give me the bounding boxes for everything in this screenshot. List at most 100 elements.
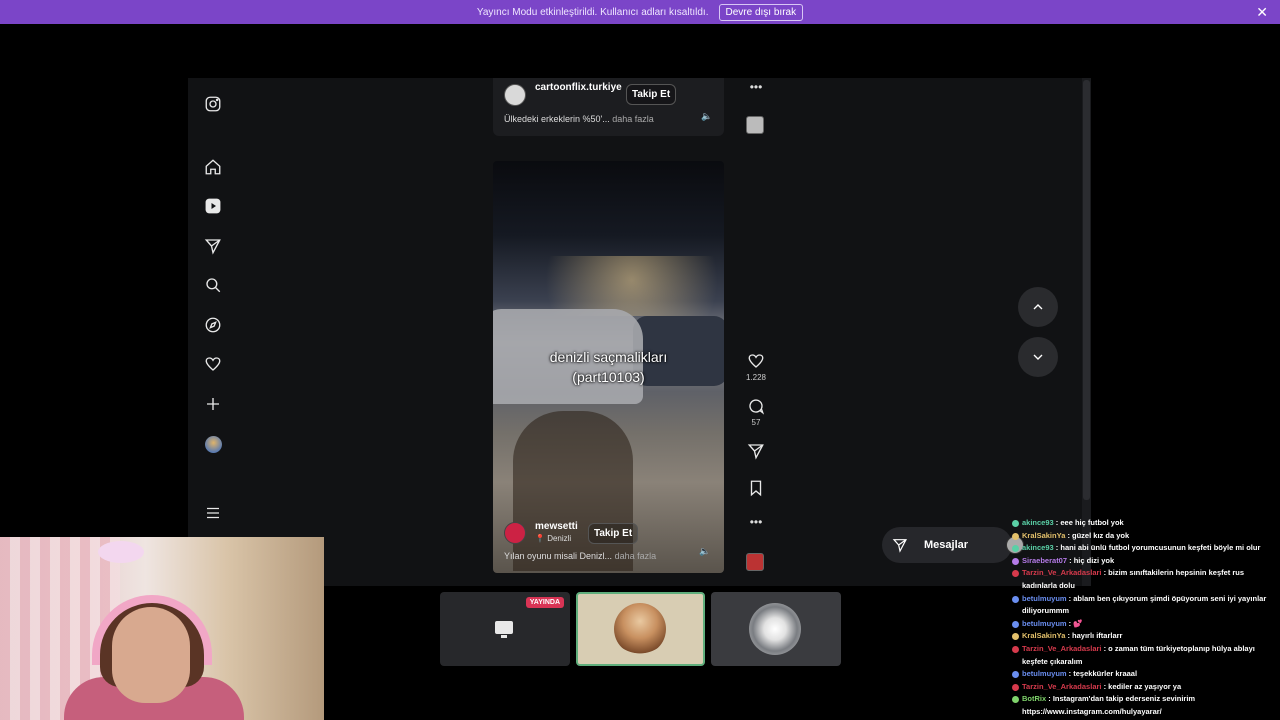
chat-text: : teşekkürler kraaal bbox=[1066, 669, 1138, 679]
speaker-icon[interactable]: 🔈 bbox=[701, 111, 713, 123]
like-count: 1.228 bbox=[745, 373, 767, 382]
participant-tile-active[interactable] bbox=[576, 592, 705, 666]
badge-icon bbox=[1012, 633, 1019, 641]
more-link[interactable]: daha fazla bbox=[615, 551, 657, 561]
chat-text: : 💕 bbox=[1066, 618, 1083, 628]
chat-text: : Instagram'dan takip ederseniz seviniri… bbox=[1022, 694, 1196, 716]
live-badge: YAYINDA bbox=[525, 597, 564, 608]
speaker-icon[interactable]: 🔈 bbox=[699, 546, 711, 558]
messages-label: Mesajlar bbox=[924, 539, 969, 551]
page-scrollbar[interactable] bbox=[1082, 78, 1091, 586]
chat-username[interactable]: BotRix bbox=[1022, 694, 1046, 703]
reel-caption[interactable]: Ülkedeki erkeklerin %50'... daha fazla bbox=[504, 114, 654, 124]
badge-icon bbox=[1012, 620, 1019, 628]
badge-icon bbox=[1012, 557, 1019, 565]
badge-icon bbox=[1012, 645, 1019, 653]
badge-icon bbox=[1012, 671, 1019, 679]
creator-username[interactable]: mewsetti bbox=[535, 521, 578, 532]
chat-panel: akince93 : eee hiç futbol yok KralSakinYa… bbox=[1010, 517, 1276, 720]
chat-username[interactable]: Tarzin_Ve_Arkadaslari bbox=[1022, 644, 1102, 653]
instagram-icon[interactable] bbox=[202, 93, 224, 115]
badge-icon bbox=[1012, 520, 1019, 527]
monitor-stand bbox=[501, 635, 507, 638]
chat-message: KralSakinYa : güzel kız da yok bbox=[1010, 530, 1276, 543]
caption-text: Yılan oyunu misali Denizl... bbox=[504, 551, 613, 561]
banner-message: Yayıncı Modu etkinleştirildi. Kullanıcı … bbox=[476, 6, 709, 18]
disable-streamer-mode-button[interactable]: Devre dışı bırak bbox=[718, 3, 804, 21]
chat-message: betulmuyum : ablam ben çıkıyorum şimdi ö… bbox=[1010, 593, 1276, 618]
overlay-line-2: (part10103) bbox=[572, 369, 645, 385]
monitor-icon bbox=[495, 621, 513, 634]
ceiling-light bbox=[98, 541, 144, 563]
scrollbar-thumb[interactable] bbox=[1083, 80, 1090, 500]
badge-icon bbox=[1012, 696, 1019, 704]
audio-thumbnail[interactable] bbox=[746, 116, 764, 134]
share-icon[interactable] bbox=[744, 442, 768, 465]
profile-avatar[interactable] bbox=[202, 433, 224, 455]
menu-icon[interactable] bbox=[202, 502, 224, 524]
comment-count: 57 bbox=[751, 418, 761, 427]
chat-username[interactable]: akince93 bbox=[1022, 518, 1054, 527]
follow-button[interactable]: Takip Et bbox=[588, 523, 639, 544]
chat-text: : hani abi ünlü futbol yorumcusunun keşf… bbox=[1053, 543, 1261, 553]
audio-thumbnail[interactable] bbox=[746, 553, 764, 571]
caption-text: Ülkedeki erkeklerin %50'... bbox=[504, 114, 610, 124]
plus-icon[interactable] bbox=[202, 393, 224, 415]
screen-share-tile[interactable]: YAYINDA bbox=[440, 592, 570, 666]
badge-icon bbox=[1012, 545, 1019, 553]
participant-avatar bbox=[749, 603, 801, 655]
close-icon[interactable]: ✕ bbox=[1256, 4, 1268, 20]
streamer-mode-banner: Yayıncı Modu etkinleştirildi. Kullanıcı … bbox=[0, 0, 1280, 24]
chat-message: Tarzin_Ve_Arkadaslari : bizim sınıftakil… bbox=[1010, 567, 1276, 592]
chat-message: akince93 : eee hiç futbol yok bbox=[1010, 517, 1276, 530]
creator-location[interactable]: 📍 Denizli bbox=[535, 534, 571, 543]
chat-message: Tarzin_Ve_Arkadaslari : o zaman tüm türk… bbox=[1010, 643, 1276, 668]
chat-username[interactable]: betulmuyum bbox=[1022, 619, 1067, 628]
badge-icon bbox=[1012, 595, 1019, 603]
chat-text: : kediler az yaşıyor ya bbox=[1101, 681, 1182, 691]
badge-icon bbox=[1012, 570, 1019, 578]
chat-message: betulmuyum : 💕 bbox=[1010, 618, 1276, 631]
reels-icon[interactable] bbox=[202, 195, 224, 217]
chat-username[interactable]: betulmuyum bbox=[1022, 669, 1067, 678]
search-icon[interactable] bbox=[202, 274, 224, 296]
explore-icon[interactable] bbox=[202, 314, 224, 336]
chat-username[interactable]: Tarzin_Ve_Arkadaslari bbox=[1022, 568, 1102, 577]
chat-text: : eee hiç futbol yok bbox=[1053, 518, 1124, 527]
previous-reel-button[interactable] bbox=[1018, 287, 1058, 327]
chat-username[interactable]: Tarzin_Ve_Arkadaslari bbox=[1022, 682, 1102, 691]
previous-reel[interactable]: cartoonflix.turkiye Takip Et Ülkedeki er… bbox=[493, 78, 724, 136]
participant-tile[interactable] bbox=[711, 592, 841, 666]
more-options-icon[interactable]: ••• bbox=[744, 515, 768, 529]
chat-message: Tarzin_Ve_Arkadaslari : kediler az yaşıy… bbox=[1010, 681, 1276, 694]
messages-button[interactable]: Mesajlar bbox=[882, 527, 1024, 563]
reel-caption[interactable]: Yılan oyunu misali Denizl... daha fazla bbox=[504, 551, 656, 561]
creator-avatar[interactable] bbox=[504, 522, 526, 544]
reel-video[interactable]: denizli saçmalikları (part10103) mewsett… bbox=[493, 161, 724, 573]
heart-icon[interactable] bbox=[202, 353, 224, 375]
cartoonflix-avatar[interactable] bbox=[504, 84, 526, 106]
chat-username[interactable]: KralSakinYa bbox=[1022, 531, 1065, 540]
badge-icon bbox=[1012, 683, 1019, 691]
comment-icon[interactable] bbox=[744, 397, 768, 420]
like-icon[interactable] bbox=[744, 352, 768, 375]
shared-screen: cartoonflix.turkiye Takip Et Ülkedeki er… bbox=[188, 78, 1091, 586]
reel-username[interactable]: cartoonflix.turkiye bbox=[535, 82, 622, 93]
overlay-line-1: denizli saçmalikları bbox=[549, 349, 668, 365]
bookmark-icon[interactable] bbox=[744, 479, 768, 502]
chat-username[interactable]: KralSakinYa bbox=[1022, 631, 1065, 640]
chat-username[interactable]: akince93 bbox=[1022, 543, 1054, 552]
badge-icon bbox=[1012, 532, 1019, 540]
follow-button[interactable]: Takip Et bbox=[626, 84, 677, 105]
chat-username[interactable]: Siraeberat07 bbox=[1022, 556, 1067, 565]
participant-avatar bbox=[614, 603, 666, 655]
home-icon[interactable] bbox=[202, 156, 224, 178]
chat-text: : hiç dizi yok bbox=[1067, 555, 1115, 565]
send-icon[interactable] bbox=[202, 235, 224, 257]
chat-message: betulmuyum : teşekkürler kraaal bbox=[1010, 668, 1276, 681]
chat-text: : güzel kız da yok bbox=[1065, 530, 1130, 540]
more-link[interactable]: daha fazla bbox=[612, 114, 654, 124]
chat-username[interactable]: betulmuyum bbox=[1022, 594, 1067, 603]
more-options-icon[interactable]: ••• bbox=[744, 80, 768, 94]
next-reel-button[interactable] bbox=[1018, 337, 1058, 377]
